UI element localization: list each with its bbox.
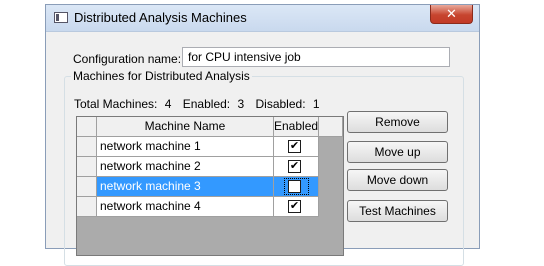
check-icon: ✔ — [289, 200, 300, 212]
check-icon: ✔ — [289, 140, 300, 152]
enabled-checkbox[interactable]: ✔ — [288, 140, 301, 153]
disabled-label: Disabled: — [255, 97, 306, 111]
grid-header-row: Machine Name Enabled — [77, 117, 343, 137]
machine-name-cell[interactable]: network machine 1 — [97, 137, 274, 157]
row-header[interactable] — [77, 177, 97, 197]
dialog-window: Distributed Analysis Machines ✕ Configur… — [45, 4, 480, 266]
test-machines-button[interactable]: Test Machines — [347, 200, 448, 222]
column-header-filler — [319, 117, 343, 137]
config-name-label: Configuration name: — [73, 52, 182, 66]
total-label: Total Machines: — [74, 97, 158, 111]
table-row[interactable]: network machine 4 ✔ — [77, 197, 343, 217]
disabled-value: 1 — [312, 97, 320, 111]
check-icon: ✔ — [289, 160, 300, 172]
row-header[interactable] — [77, 197, 97, 217]
column-header-enabled[interactable]: Enabled — [274, 117, 319, 137]
window-title: Distributed Analysis Machines — [74, 10, 247, 25]
row-header[interactable] — [77, 137, 97, 157]
enabled-cell[interactable]: ✔ — [274, 137, 319, 157]
enabled-value: 3 — [237, 97, 245, 111]
close-button[interactable]: ✕ — [430, 5, 473, 24]
column-header-machine-name[interactable]: Machine Name — [97, 117, 274, 137]
table-row[interactable]: network machine 1 ✔ — [77, 137, 343, 157]
window-app-icon — [54, 12, 68, 23]
machine-stats: Total Machines: 4 Enabled: 3 Disabled: 1 — [74, 97, 328, 111]
enabled-cell[interactable] — [274, 177, 319, 197]
table-row[interactable]: network machine 2 ✔ — [77, 157, 343, 177]
enabled-cell[interactable]: ✔ — [274, 157, 319, 177]
machines-group-label: Machines for Distributed Analysis — [71, 69, 252, 83]
enabled-checkbox[interactable]: ✔ — [288, 200, 301, 213]
machine-name-cell[interactable]: network machine 4 — [97, 197, 274, 217]
machine-name-cell[interactable]: network machine 3 — [97, 177, 274, 197]
grid-corner-cell[interactable] — [77, 117, 97, 137]
config-name-input[interactable]: for CPU intensive job — [182, 47, 450, 67]
machine-name-cell[interactable]: network machine 2 — [97, 157, 274, 177]
move-up-button[interactable]: Move up — [347, 141, 448, 163]
enabled-cell[interactable]: ✔ — [274, 197, 319, 217]
title-bar[interactable]: Distributed Analysis Machines ✕ — [46, 5, 479, 32]
table-row-selected[interactable]: network machine 3 — [77, 177, 343, 197]
total-value: 4 — [164, 97, 172, 111]
machines-grid[interactable]: Machine Name Enabled network machine 1 ✔… — [76, 116, 344, 256]
enabled-checkbox[interactable]: ✔ — [288, 160, 301, 173]
enabled-label: Enabled: — [182, 97, 231, 111]
move-down-button[interactable]: Move down — [347, 169, 448, 191]
enabled-checkbox[interactable] — [288, 180, 301, 193]
remove-button[interactable]: Remove — [347, 111, 448, 133]
row-header[interactable] — [77, 157, 97, 177]
